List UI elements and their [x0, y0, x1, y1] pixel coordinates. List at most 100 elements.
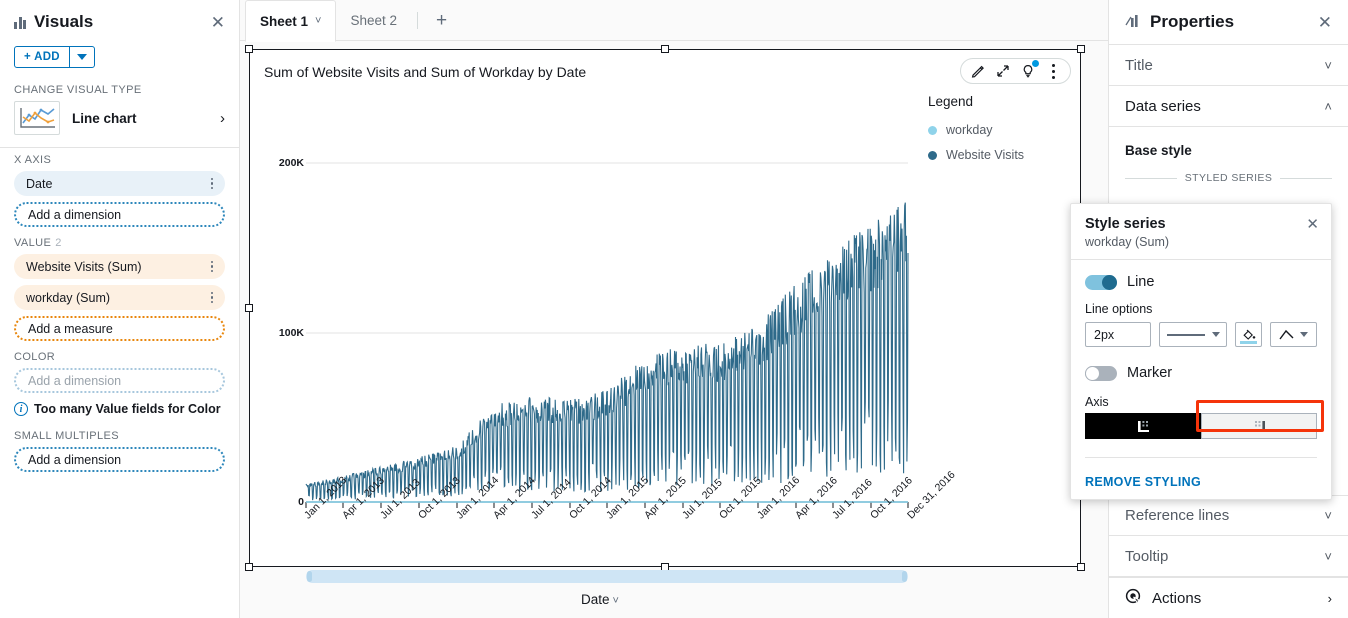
field-pill-website-visits[interactable]: Website Visits (Sum) [14, 254, 225, 279]
sheet-tab-label: Sheet 2 [350, 13, 397, 28]
series-website-visits[interactable] [306, 203, 908, 501]
resize-handle-top-right[interactable] [1077, 45, 1085, 53]
chevron-up-icon: ˄ [1324, 99, 1332, 114]
section-label: Actions [1152, 590, 1328, 607]
chart-legend: Legend workday Website Visits [928, 94, 1078, 173]
field-well-label-x-axis: X AXIS [0, 148, 239, 171]
line-toggle[interactable] [1085, 275, 1117, 290]
style-popup-subtitle: workday (Sum) [1085, 235, 1317, 249]
chevron-down-icon [1300, 332, 1308, 337]
resize-handle-bottom-left[interactable] [245, 563, 253, 571]
left-axis-button[interactable] [1085, 413, 1201, 439]
value-drop-label: Add a measure [28, 322, 113, 336]
chevron-down-icon: ˅ [1324, 508, 1332, 523]
close-icon[interactable]: ✕ [1318, 14, 1332, 31]
styled-series-divider: STYLED SERIES [1125, 172, 1332, 184]
small-multiples-drop-label: Add a dimension [28, 453, 121, 467]
add-visual-label: + ADD [15, 47, 69, 67]
chart-svg [250, 100, 950, 510]
visual-toolbar [960, 58, 1071, 84]
chart-plot-area[interactable]: 200K 100K 0 [250, 100, 950, 500]
chart-horizontal-scrollbar[interactable] [306, 570, 908, 583]
legend-color-swatch [928, 151, 937, 160]
properties-panel-title: Properties [1150, 12, 1318, 32]
legend-color-swatch [928, 126, 937, 135]
visuals-panel: Visuals ✕ + ADD CHANGE VISUAL TYPE [0, 0, 240, 618]
color-section-label: COLOR [14, 351, 55, 363]
resize-handle-top-center[interactable] [661, 45, 669, 53]
line-interpolation-icon [1278, 329, 1295, 341]
right-axis-highlight-box [1196, 400, 1324, 432]
value-section-count: 2 [55, 237, 62, 249]
marker-toggle[interactable] [1085, 366, 1117, 381]
sheet-tab-sheet-1[interactable]: Sheet 1 ˅ [245, 0, 336, 42]
color-drop-label: Add a dimension [28, 374, 121, 388]
line-interpolation-dropdown[interactable] [1270, 322, 1317, 347]
tab-separator [417, 12, 418, 29]
edit-pencil-icon[interactable] [967, 60, 989, 82]
info-icon: i [14, 402, 28, 416]
quicksight-analysis-screen: Visuals ✕ + ADD CHANGE VISUAL TYPE [0, 0, 1348, 618]
small-multiples-drop-target[interactable]: Add a dimension [14, 447, 225, 472]
sheet-tab-sheet-2[interactable]: Sheet 2 [336, 0, 411, 41]
chevron-down-icon[interactable]: ˅ [613, 595, 619, 607]
resize-handle-bottom-right[interactable] [1077, 563, 1085, 571]
insight-bulb-icon[interactable] [1017, 60, 1039, 82]
remove-styling-button[interactable]: REMOVE STYLING [1085, 475, 1317, 489]
line-chart-thumbnail-icon [14, 101, 60, 135]
visual-type-selector[interactable]: Line chart › [0, 101, 239, 147]
expand-arrows-icon[interactable] [992, 60, 1014, 82]
style-popup-header: Style series workday (Sum) ✕ [1071, 204, 1331, 260]
legend-item-website-visits[interactable]: Website Visits [928, 148, 1078, 162]
field-well-label-small-multiples: SMALL MULTIPLES [0, 418, 239, 447]
close-icon[interactable]: ✕ [1306, 215, 1319, 233]
visual-container[interactable]: Sum of Website Visits and Sum of Workday… [249, 49, 1081, 567]
x-axis-drop-target[interactable]: Add a dimension [14, 202, 225, 227]
kebab-menu-icon[interactable] [207, 178, 218, 190]
visuals-panel-header: Visuals ✕ [0, 0, 239, 44]
properties-section-actions[interactable]: Actions › [1109, 577, 1348, 618]
color-drop-target[interactable]: Add a dimension [14, 368, 225, 393]
field-pill-date[interactable]: Date [14, 171, 225, 196]
insight-badge [1032, 60, 1039, 67]
marker-toggle-row: Marker [1085, 365, 1317, 381]
style-popup-title: Style series [1085, 216, 1317, 232]
properties-section-reference-lines[interactable]: Reference lines ˅ [1109, 495, 1348, 536]
legend-item-workday[interactable]: workday [928, 123, 1078, 137]
resize-handle-top-left[interactable] [245, 45, 253, 53]
chevron-down-icon: ˅ [1324, 549, 1332, 564]
styled-series-label: STYLED SERIES [1185, 172, 1272, 184]
line-color-picker[interactable] [1235, 322, 1261, 347]
add-visual-button[interactable]: + ADD [14, 46, 95, 68]
add-sheet-button[interactable]: + [424, 0, 459, 41]
field-well-label-value: VALUE 2 [0, 231, 239, 254]
kebab-menu-icon[interactable] [1042, 60, 1064, 82]
x-axis-drop-label: Add a dimension [28, 208, 121, 222]
properties-chart-icon [1125, 13, 1142, 31]
visuals-panel-title: Visuals [34, 12, 211, 32]
x-axis-field-label[interactable]: Date˅ [250, 592, 950, 607]
visual-title: Sum of Website Visits and Sum of Workday… [264, 64, 586, 80]
properties-section-tooltip[interactable]: Tooltip ˅ [1109, 536, 1348, 577]
kebab-menu-icon[interactable] [207, 292, 218, 304]
data-series-body: Base style STYLED SERIES [1109, 127, 1348, 200]
line-width-input[interactable]: 2px [1085, 322, 1151, 347]
add-visual-row: + ADD [0, 44, 239, 78]
properties-section-data-series[interactable]: Data series ˄ [1109, 86, 1348, 127]
value-drop-target[interactable]: Add a measure [14, 316, 225, 341]
kebab-menu-icon[interactable] [207, 261, 218, 273]
value-section-label: VALUE [14, 237, 51, 249]
field-pill-workday[interactable]: workday (Sum) [14, 285, 225, 310]
section-label: Tooltip [1125, 548, 1324, 565]
close-icon[interactable]: ✕ [211, 14, 225, 31]
line-style-dropdown[interactable] [1159, 322, 1227, 347]
field-well-label-color: COLOR [0, 345, 239, 368]
chevron-down-icon[interactable]: ˅ [315, 15, 321, 27]
chevron-right-icon: › [1328, 591, 1332, 606]
sheet-tab-label: Sheet 1 [260, 14, 308, 29]
section-label: Title [1125, 57, 1324, 74]
marker-toggle-label: Marker [1127, 365, 1172, 381]
properties-section-title[interactable]: Title ˅ [1109, 45, 1348, 86]
sheet-tab-bar: Sheet 1 ˅ Sheet 2 + [240, 0, 1108, 41]
add-visual-dropdown[interactable] [70, 47, 94, 67]
